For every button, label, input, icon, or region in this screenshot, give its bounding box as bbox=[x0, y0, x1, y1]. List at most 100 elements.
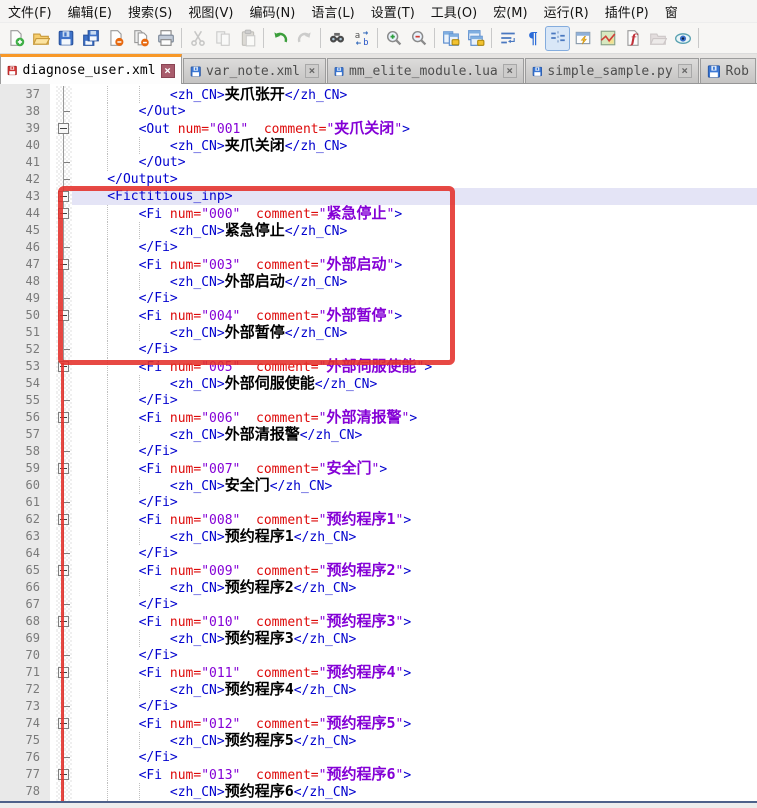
code-line[interactable]: </Fi> bbox=[72, 749, 757, 766]
fold-collapse-toggle[interactable] bbox=[56, 120, 72, 137]
fold-collapse-toggle[interactable] bbox=[56, 358, 72, 375]
tab-mm_elite_module.lua[interactable]: mm_elite_module.lua× bbox=[327, 58, 524, 83]
fold-collapse-toggle[interactable] bbox=[56, 188, 72, 205]
code-line[interactable]: <Fi num="007" comment="安全门"> bbox=[72, 460, 757, 477]
fold-collapse-toggle[interactable] bbox=[56, 256, 72, 273]
fold-collapse-toggle[interactable] bbox=[56, 766, 72, 783]
fold-collapse-toggle[interactable] bbox=[56, 562, 72, 579]
fold-collapse-toggle[interactable] bbox=[56, 307, 72, 324]
tab-simple_sample.py[interactable]: simple_sample.py× bbox=[525, 58, 699, 83]
fold-collapse-toggle[interactable] bbox=[56, 613, 72, 630]
code-line[interactable]: <zh_CN>夹爪张开</zh_CN> bbox=[72, 86, 757, 103]
fold-collapse-toggle[interactable] bbox=[56, 460, 72, 477]
code-line[interactable]: </Fi> bbox=[72, 392, 757, 409]
code-line[interactable]: <Fi num="011" comment="预约程序4"> bbox=[72, 664, 757, 681]
close-all-button[interactable] bbox=[128, 26, 153, 51]
code-line[interactable]: <Fi num="005" comment="外部伺服使能"> bbox=[72, 358, 757, 375]
code-line[interactable]: </Fi> bbox=[72, 494, 757, 511]
menu-item-11[interactable]: 插件(P) bbox=[597, 0, 657, 24]
code-line[interactable]: <Out num="001" comment="夹爪关闭"> bbox=[72, 120, 757, 137]
code-line[interactable]: </Fi> bbox=[72, 290, 757, 307]
menu-item-1[interactable]: 文件(F) bbox=[0, 0, 60, 24]
show-all-characters-button[interactable]: ¶ bbox=[520, 26, 545, 51]
code-line[interactable]: <Fi num="009" comment="预约程序2"> bbox=[72, 562, 757, 579]
code-line[interactable]: </Output> bbox=[72, 171, 757, 188]
cut-button[interactable] bbox=[185, 26, 210, 51]
code-line[interactable]: </Fi> bbox=[72, 341, 757, 358]
fold-collapse-toggle[interactable] bbox=[56, 205, 72, 222]
document-map-button[interactable] bbox=[595, 26, 620, 51]
code-line[interactable]: </Fi> bbox=[72, 698, 757, 715]
menu-item-6[interactable]: 语言(L) bbox=[303, 0, 362, 24]
code-line[interactable]: </Out> bbox=[72, 154, 757, 171]
code-line[interactable]: <Fi num="010" comment="预约程序3"> bbox=[72, 613, 757, 630]
code-line[interactable]: <zh_CN>安全门</zh_CN> bbox=[72, 477, 757, 494]
code-line[interactable]: </Out> bbox=[72, 103, 757, 120]
find-button[interactable] bbox=[324, 26, 349, 51]
code-line[interactable]: <zh_CN>外部启动</zh_CN> bbox=[72, 273, 757, 290]
function-list-button[interactable]: f bbox=[620, 26, 645, 51]
code-line[interactable]: <Fi num="003" comment="外部启动"> bbox=[72, 256, 757, 273]
fold-collapse-toggle[interactable] bbox=[56, 511, 72, 528]
code-line[interactable]: <zh_CN>外部伺服使能</zh_CN> bbox=[72, 375, 757, 392]
code-line[interactable]: </Fi> bbox=[72, 443, 757, 460]
user-defined-dialog-button[interactable] bbox=[570, 26, 595, 51]
paste-button[interactable] bbox=[235, 26, 260, 51]
code-line[interactable]: <zh_CN>夹爪关闭</zh_CN> bbox=[72, 137, 757, 154]
code-line[interactable]: <zh_CN>预约程序4</zh_CN> bbox=[72, 681, 757, 698]
word-wrap-button[interactable] bbox=[495, 26, 520, 51]
tab-close-button[interactable]: × bbox=[503, 64, 517, 78]
code-line[interactable]: </Fi> bbox=[72, 239, 757, 256]
redo-button[interactable] bbox=[292, 26, 317, 51]
save-all-button[interactable] bbox=[78, 26, 103, 51]
fold-collapse-toggle[interactable] bbox=[56, 715, 72, 732]
tab-Rob[interactable]: Rob bbox=[700, 58, 756, 83]
menu-item-12[interactable]: 窗 bbox=[657, 0, 686, 24]
menu-item-8[interactable]: 工具(O) bbox=[423, 0, 485, 24]
fold-collapse-toggle[interactable] bbox=[56, 664, 72, 681]
monitoring-button[interactable] bbox=[670, 26, 695, 51]
save-file-button[interactable] bbox=[53, 26, 78, 51]
print-button[interactable] bbox=[153, 26, 178, 51]
zoom-in-button[interactable] bbox=[381, 26, 406, 51]
menu-item-4[interactable]: 视图(V) bbox=[180, 0, 241, 24]
copy-button[interactable] bbox=[210, 26, 235, 51]
menu-item-7[interactable]: 设置(T) bbox=[363, 0, 423, 24]
code-line[interactable]: <zh_CN>预约程序5</zh_CN> bbox=[72, 732, 757, 749]
code-line[interactable]: <Fi num="000" comment="紧急停止"> bbox=[72, 205, 757, 222]
fold-collapse-toggle[interactable] bbox=[56, 409, 72, 426]
code-line[interactable]: <Fi num="008" comment="预约程序1"> bbox=[72, 511, 757, 528]
open-file-button[interactable] bbox=[28, 26, 53, 51]
code-line[interactable]: <zh_CN>预约程序1</zh_CN> bbox=[72, 528, 757, 545]
menu-item-2[interactable]: 编辑(E) bbox=[60, 0, 120, 24]
code-line[interactable]: <Fictitious_inp> bbox=[72, 188, 757, 205]
show-indent-guide-button[interactable] bbox=[545, 26, 570, 51]
code-area[interactable]: 37<zh_CN>夹爪张开</zh_CN>38</Out>39<Out num=… bbox=[0, 84, 757, 808]
code-line[interactable]: <Fi num="006" comment="外部清报警"> bbox=[72, 409, 757, 426]
code-line[interactable]: <zh_CN>紧急停止</zh_CN> bbox=[72, 222, 757, 239]
folder-as-workspace-button[interactable] bbox=[645, 26, 670, 51]
zoom-out-button[interactable] bbox=[406, 26, 431, 51]
code-line[interactable]: </Fi> bbox=[72, 647, 757, 664]
menu-item-9[interactable]: 宏(M) bbox=[485, 0, 535, 24]
code-line[interactable]: <zh_CN>外部清报警</zh_CN> bbox=[72, 426, 757, 443]
menu-item-10[interactable]: 运行(R) bbox=[536, 0, 597, 24]
new-file-button[interactable] bbox=[3, 26, 28, 51]
tab-diagnose_user.xml[interactable]: diagnose_user.xml× bbox=[0, 54, 182, 84]
code-line[interactable]: <Fi num="013" comment="预约程序6"> bbox=[72, 766, 757, 783]
tab-close-button[interactable]: × bbox=[161, 64, 175, 78]
code-line[interactable]: <Fi num="012" comment="预约程序5"> bbox=[72, 715, 757, 732]
code-line[interactable]: <zh_CN>外部暂停</zh_CN> bbox=[72, 324, 757, 341]
code-line[interactable]: <Fi num="004" comment="外部暂停"> bbox=[72, 307, 757, 324]
sync-vertical-scroll-button[interactable] bbox=[438, 26, 463, 51]
code-line[interactable]: <zh_CN>预约程序6</zh_CN> bbox=[72, 783, 757, 800]
code-line[interactable]: </Fi> bbox=[72, 545, 757, 562]
tab-close-button[interactable]: × bbox=[678, 64, 692, 78]
menu-item-3[interactable]: 搜索(S) bbox=[120, 0, 180, 24]
code-line[interactable]: <zh_CN>预约程序2</zh_CN> bbox=[72, 579, 757, 596]
code-editor[interactable]: 37<zh_CN>夹爪张开</zh_CN>38</Out>39<Out num=… bbox=[0, 84, 757, 808]
code-line[interactable]: </Fi> bbox=[72, 596, 757, 613]
replace-button[interactable]: ab bbox=[349, 26, 374, 51]
menu-item-5[interactable]: 编码(N) bbox=[241, 0, 303, 24]
tab-var_note.xml[interactable]: var_note.xml× bbox=[183, 58, 326, 83]
